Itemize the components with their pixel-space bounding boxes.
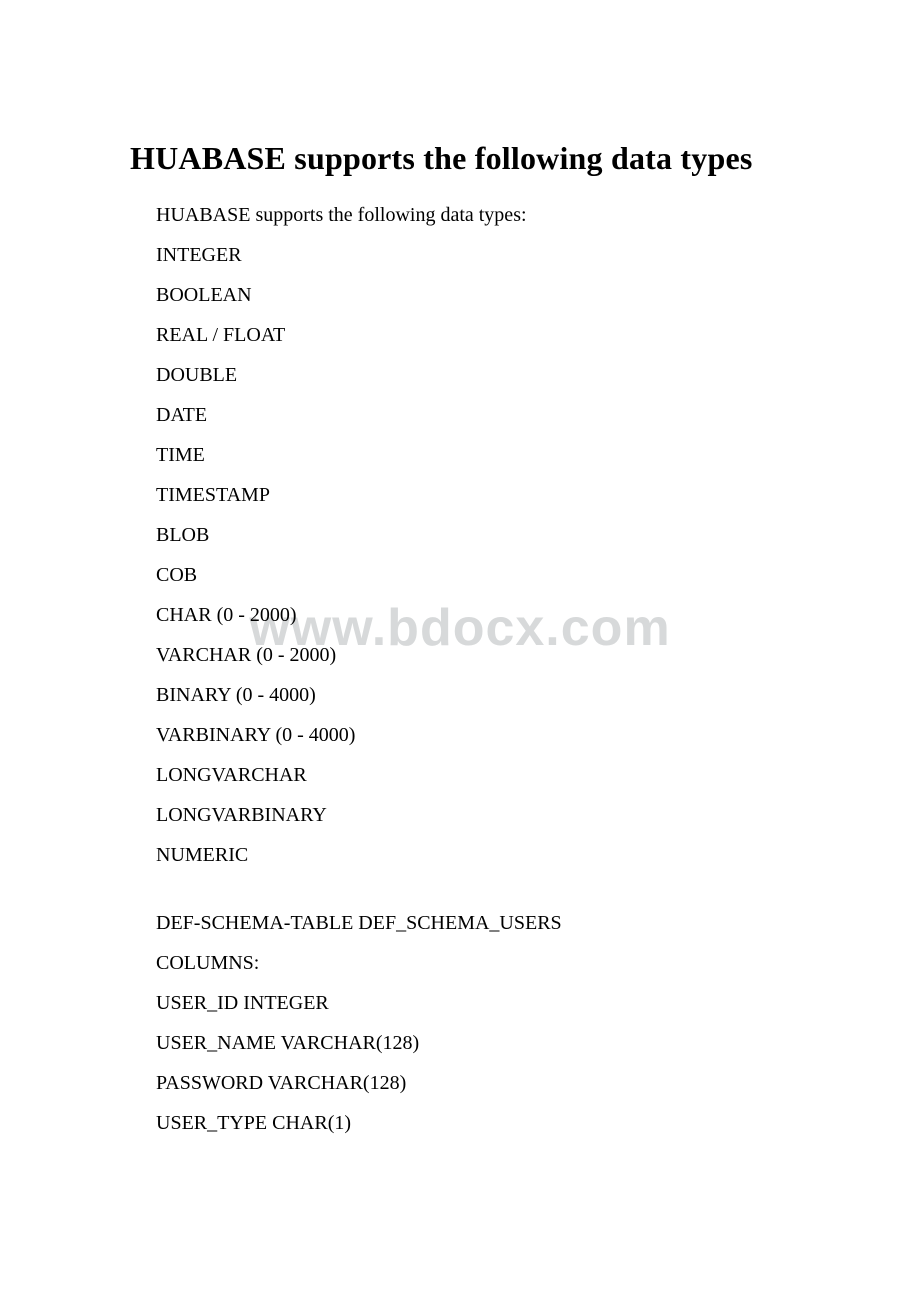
body-line: DOUBLE: [156, 365, 790, 385]
body-line: PASSWORD VARCHAR(128): [156, 1073, 790, 1093]
body-line: VARCHAR (0 - 2000): [156, 645, 790, 665]
body-line: INTEGER: [156, 245, 790, 265]
body-line: LONGVARBINARY: [156, 805, 790, 825]
body-line: USER_NAME VARCHAR(128): [156, 1033, 790, 1053]
body-line: USER_TYPE CHAR(1): [156, 1113, 790, 1133]
body-line: LONGVARCHAR: [156, 765, 790, 785]
body-line: CHAR (0 - 2000): [156, 605, 790, 625]
body-line: DEF-SCHEMA-TABLE DEF_SCHEMA_USERS: [156, 913, 790, 933]
body-line: NUMERIC: [156, 845, 790, 865]
body-line: BOOLEAN: [156, 285, 790, 305]
body-line: BINARY (0 - 4000): [156, 685, 790, 705]
paragraph-spacer: [156, 885, 790, 913]
body-line: REAL / FLOAT: [156, 325, 790, 345]
body-line: BLOB: [156, 525, 790, 545]
body-line: USER_ID INTEGER: [156, 993, 790, 1013]
body-line: COLUMNS:: [156, 953, 790, 973]
body-line: COB: [156, 565, 790, 585]
body-line: VARBINARY (0 - 4000): [156, 725, 790, 745]
body-line: TIMESTAMP: [156, 485, 790, 505]
body-line: TIME: [156, 445, 790, 465]
document-body: HUABASE supports the following data type…: [130, 205, 790, 1133]
body-line: DATE: [156, 405, 790, 425]
body-line: HUABASE supports the following data type…: [156, 205, 790, 225]
page-title: HUABASE supports the following data type…: [130, 140, 790, 177]
